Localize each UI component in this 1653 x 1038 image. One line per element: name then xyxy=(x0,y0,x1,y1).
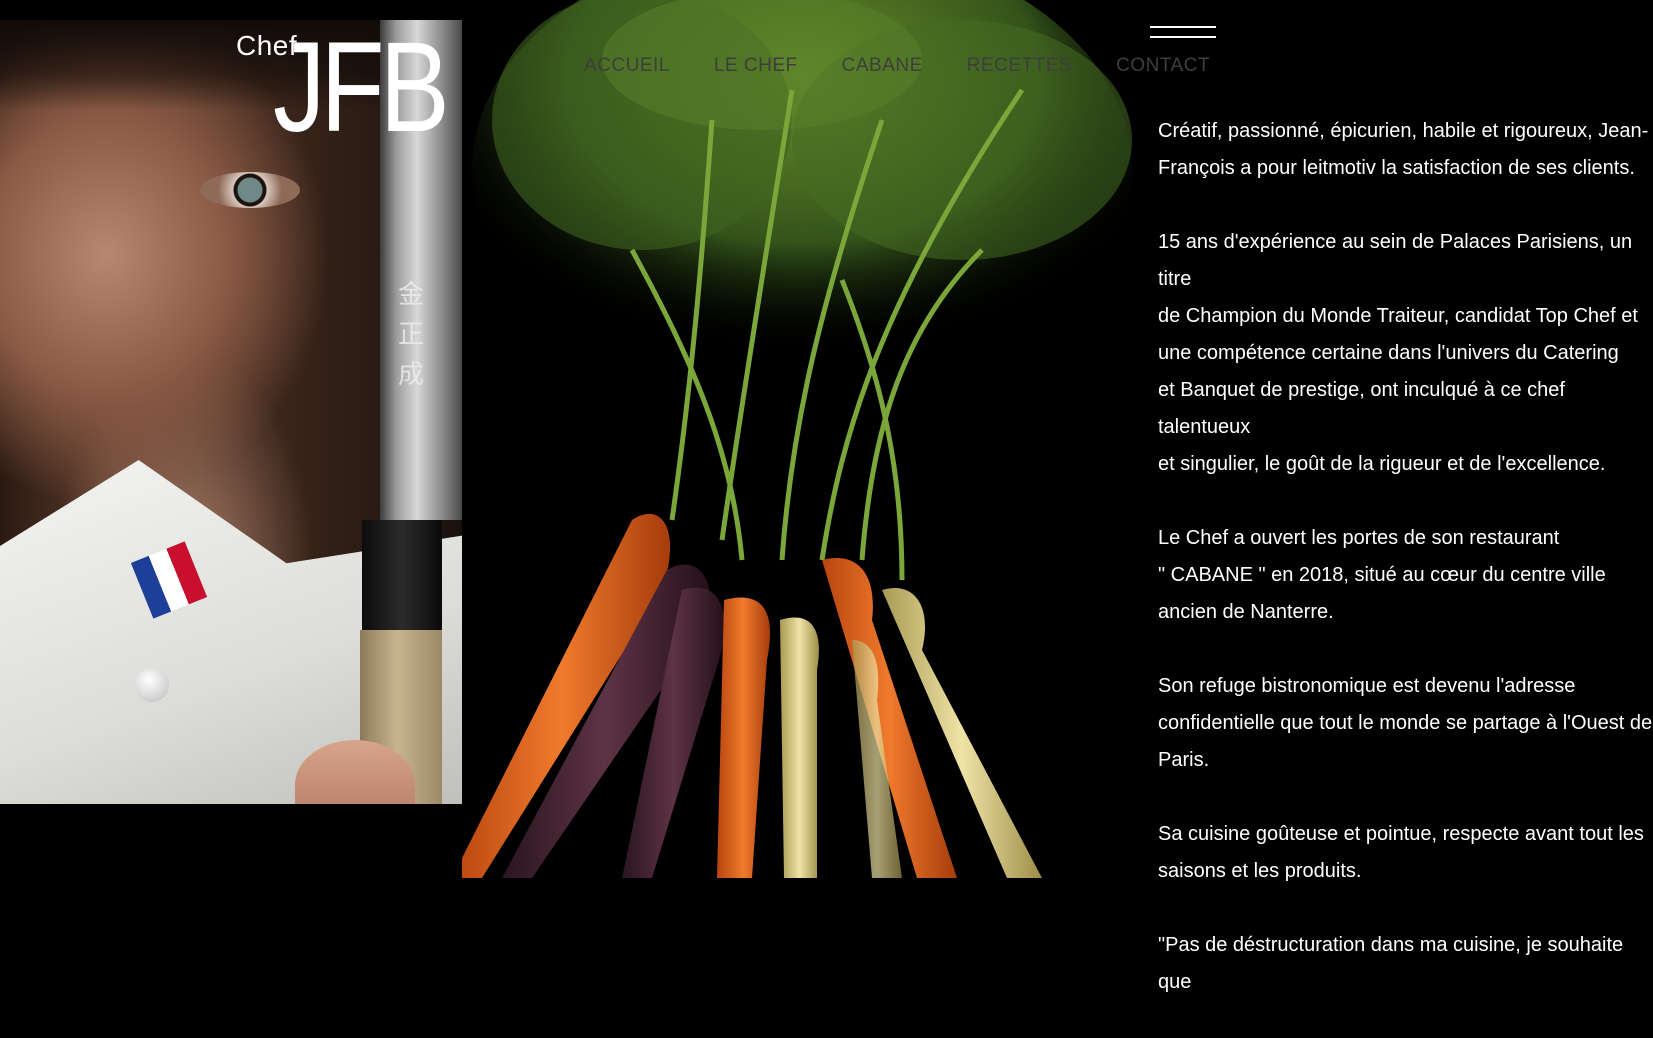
bio-paragraph: Créatif, passionné, épicurien, habile et… xyxy=(1158,120,1649,179)
hamburger-line-top xyxy=(1150,26,1216,28)
bio-paragraph: 15 ans d'expérience au sein de Palaces P… xyxy=(1158,231,1638,475)
nav-item-recettes[interactable]: RECETTES xyxy=(967,55,1072,77)
nav-item-le-chef[interactable]: LE CHEF xyxy=(714,55,798,77)
logo-jfb-text: JFB xyxy=(273,16,450,159)
main-nav: ACCUEIL LE CHEF CABANE RECETTES CONTACT xyxy=(584,55,1210,77)
bio-paragraph: "Pas de déstructuration dans ma cuisine,… xyxy=(1158,934,1624,993)
nav-item-accueil[interactable]: ACCUEIL xyxy=(584,55,670,77)
jacket-button xyxy=(135,668,169,702)
hamburger-icon[interactable] xyxy=(1150,24,1216,40)
bio-paragraph: Son refuge bistronomique est devenu l'ad… xyxy=(1158,675,1653,771)
carrots-illustration xyxy=(462,0,1132,878)
nav-item-contact[interactable]: CONTACT xyxy=(1116,55,1210,77)
chef-eye xyxy=(200,172,300,208)
knife-kanji-engraving: 金 正 成 xyxy=(398,280,425,390)
hamburger-line-bottom xyxy=(1150,36,1216,38)
knife-bolster xyxy=(362,520,442,630)
carrots-photo xyxy=(462,0,1162,878)
chef-biography: Créatif, passionné, épicurien, habile et… xyxy=(1158,113,1653,1038)
nav-item-cabane[interactable]: CABANE xyxy=(842,55,923,77)
bio-paragraph: Le Chef a ouvert les portes de son resta… xyxy=(1158,527,1606,623)
bio-paragraph: Sa cuisine goûteuse et pointue, respecte… xyxy=(1158,823,1644,882)
